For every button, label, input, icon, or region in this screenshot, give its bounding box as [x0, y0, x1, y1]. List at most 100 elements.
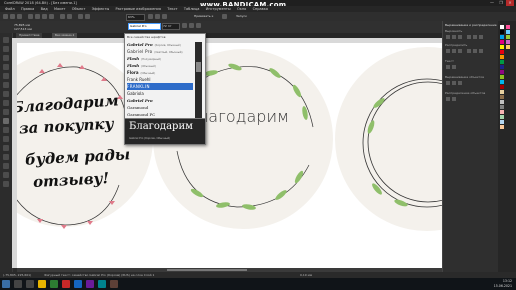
font-list-item[interactable]: Garamond	[127, 104, 193, 111]
print-icon[interactable]	[28, 14, 33, 19]
connector-tool-icon[interactable]	[3, 136, 9, 142]
eyedropper-tool-icon[interactable]	[3, 163, 9, 169]
distribute-center-icon[interactable]	[452, 49, 456, 53]
parallel-dimension-tool-icon[interactable]	[3, 127, 9, 133]
swatch[interactable]	[500, 125, 504, 129]
paste-icon[interactable]	[49, 14, 54, 19]
transparency-tool-icon[interactable]	[3, 154, 9, 160]
export-icon[interactable]	[85, 14, 90, 19]
freehand-tool-icon[interactable]	[3, 73, 9, 79]
align-center-h-icon[interactable]	[452, 35, 456, 39]
align-right-icon[interactable]	[458, 35, 462, 39]
swatch[interactable]	[500, 105, 504, 109]
save-icon[interactable]	[17, 14, 22, 19]
pick-tool-icon[interactable]	[3, 37, 9, 43]
polygon-tool-icon[interactable]	[3, 109, 9, 115]
swatch[interactable]	[506, 30, 510, 34]
align-top-icon[interactable]	[467, 35, 471, 39]
distribute-middle-icon[interactable]	[473, 49, 477, 53]
swatch[interactable]	[500, 25, 504, 29]
y-coordinate[interactable]: 127,513 мм	[14, 27, 32, 31]
align-left-icon[interactable]	[446, 35, 450, 39]
font-size-field[interactable]: 72 пт	[162, 23, 180, 30]
swatch[interactable]	[500, 90, 504, 94]
font-list-item[interactable]: Gabriel Pro (Светлый, Обычный)	[127, 48, 193, 55]
settings-icon[interactable]	[222, 14, 227, 19]
font-list-item[interactable]: Flash (Полужирный)	[127, 55, 193, 62]
launch-dropdown[interactable]: Запуск	[236, 14, 247, 19]
swatch[interactable]	[500, 85, 504, 89]
swatch[interactable]	[500, 65, 504, 69]
swatch[interactable]	[500, 45, 504, 49]
text-tool-icon[interactable]	[3, 118, 9, 124]
swatch[interactable]	[500, 75, 504, 79]
swatch[interactable]	[500, 95, 504, 99]
copy-icon[interactable]	[42, 14, 47, 19]
crop-tool-icon[interactable]	[3, 55, 9, 61]
search-icon[interactable]	[14, 280, 22, 288]
cut-icon[interactable]	[35, 14, 40, 19]
swatch[interactable]	[506, 45, 510, 49]
open-icon[interactable]	[10, 14, 15, 19]
swatch[interactable]	[500, 55, 504, 59]
grid-icon[interactable]	[162, 14, 167, 19]
swatch[interactable]	[506, 35, 510, 39]
swatch[interactable]	[500, 115, 504, 119]
swatch[interactable]	[500, 80, 504, 84]
import-icon[interactable]	[78, 14, 83, 19]
undo-icon[interactable]	[60, 14, 65, 19]
start-button-icon[interactable]	[2, 280, 10, 288]
distribute-left-icon[interactable]	[446, 49, 450, 53]
align-bottom-icon[interactable]	[479, 35, 483, 39]
font-list-item[interactable]: Garamond PC	[127, 111, 193, 118]
font-list-item[interactable]: Flash (Обычный)	[127, 62, 193, 69]
snap-to-dropdown[interactable]: Привязать к	[194, 14, 213, 19]
app-icon[interactable]	[98, 280, 106, 288]
swatch[interactable]	[500, 40, 504, 44]
distribute-right-icon[interactable]	[458, 49, 462, 53]
font-list-header[interactable]: Все семейства шрифтов	[127, 35, 166, 39]
explorer-icon[interactable]	[38, 280, 46, 288]
smart-fill-tool-icon[interactable]	[3, 181, 9, 187]
swatch[interactable]	[500, 30, 504, 34]
swatch[interactable]	[500, 60, 504, 64]
font-list-item[interactable]: Frank Ruehl	[127, 76, 193, 83]
swatch[interactable]	[500, 110, 504, 114]
underline-icon[interactable]	[196, 23, 201, 28]
swatch[interactable]	[500, 100, 504, 104]
text-baseline-icon[interactable]	[452, 65, 456, 69]
app-icon[interactable]	[50, 280, 58, 288]
font-list-item[interactable]: Gabriel Pro	[127, 97, 193, 104]
artistic-media-tool-icon[interactable]	[3, 82, 9, 88]
bold-icon[interactable]	[182, 23, 187, 28]
drop-shadow-tool-icon[interactable]	[3, 145, 9, 151]
shape-tool-icon[interactable]	[3, 46, 9, 52]
app-icon[interactable]	[74, 280, 82, 288]
rectangle-tool-icon[interactable]	[3, 91, 9, 97]
align-to-page-icon[interactable]	[452, 81, 456, 85]
clock-date[interactable]: 15.06.2021	[488, 284, 512, 288]
distribute-bottom-icon[interactable]	[479, 49, 483, 53]
scroll-thumb[interactable]	[167, 269, 247, 271]
italic-icon[interactable]	[189, 23, 194, 28]
app-icon[interactable]	[62, 280, 70, 288]
swatch[interactable]	[500, 70, 504, 74]
zoom-level-field[interactable]: 63%	[126, 14, 145, 21]
clock-time[interactable]: 13:12	[488, 279, 512, 283]
distribute-to-page-icon[interactable]	[452, 97, 456, 101]
distribute-top-icon[interactable]	[467, 49, 471, 53]
font-list-item-selected[interactable]: FRANKLIN	[127, 83, 193, 90]
font-family-field[interactable]: Gabriel Pro	[128, 23, 161, 30]
align-to-grid-icon[interactable]	[458, 81, 462, 85]
coreldraw-taskbar-icon[interactable]	[110, 280, 118, 288]
task-view-icon[interactable]	[26, 280, 34, 288]
swatch[interactable]	[500, 35, 504, 39]
app-icon[interactable]	[86, 280, 94, 288]
text-align-icon[interactable]	[446, 65, 450, 69]
fullscreen-icon[interactable]	[148, 14, 153, 19]
font-list-item[interactable]: Flora (Обычный)	[127, 69, 193, 76]
drawing-canvas[interactable]: Благодарим за покупку будем рады отзыву!…	[17, 43, 442, 268]
align-to-selection-icon[interactable]	[446, 81, 450, 85]
swatch[interactable]	[506, 40, 510, 44]
swatch[interactable]	[506, 25, 510, 29]
